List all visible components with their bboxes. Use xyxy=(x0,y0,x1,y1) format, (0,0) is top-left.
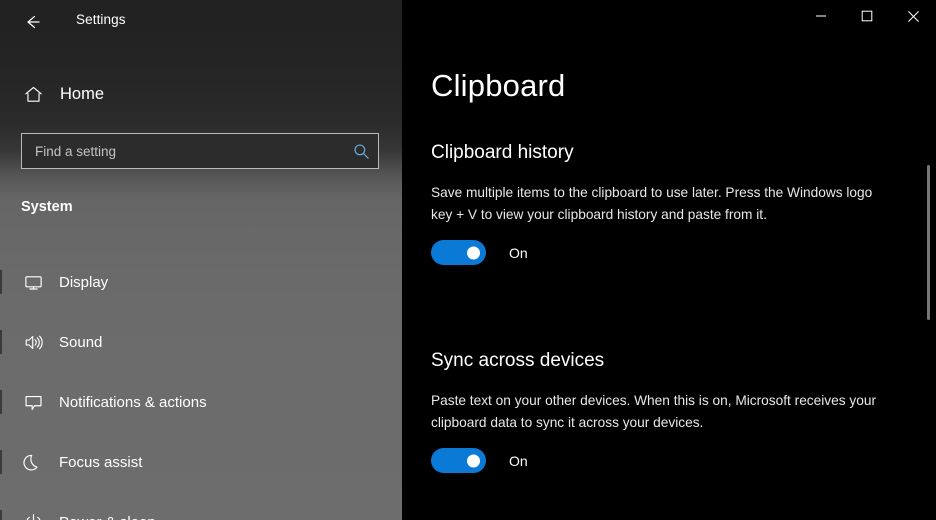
sidebar-item-home-label: Home xyxy=(60,85,104,104)
item-edge-marker xyxy=(0,390,2,414)
toggle-knob xyxy=(467,246,480,259)
page-title: Clipboard xyxy=(431,68,566,104)
search-box[interactable] xyxy=(21,133,379,169)
sidebar-item-display[interactable]: Display xyxy=(0,262,402,302)
section-heading: Clipboard history xyxy=(431,142,901,164)
item-edge-marker xyxy=(0,330,2,354)
back-button[interactable] xyxy=(16,6,48,38)
section-sync-across-devices: Sync across devices Paste text on your o… xyxy=(431,350,901,473)
close-button[interactable] xyxy=(890,0,936,32)
item-edge-marker xyxy=(0,270,2,294)
section-description: Save multiple items to the clipboard to … xyxy=(431,182,883,226)
nav-group-title: System xyxy=(21,199,73,215)
sidebar-item-display-label: Display xyxy=(59,274,108,291)
power-icon xyxy=(16,512,50,520)
sidebar-item-notifications[interactable]: Notifications & actions xyxy=(0,382,402,422)
clipboard-history-toggle-label: On xyxy=(509,245,528,261)
sidebar-item-home[interactable]: Home xyxy=(0,76,402,112)
scrollbar-thumb[interactable] xyxy=(927,165,930,320)
sync-devices-toggle[interactable] xyxy=(431,448,486,473)
sync-devices-toggle-row: On xyxy=(431,448,901,473)
sidebar-item-power-and-sleep-label: Power & sleep xyxy=(59,514,156,520)
sidebar-item-focus-assist[interactable]: Focus assist xyxy=(0,442,402,482)
section-description: Paste text on your other devices. When t… xyxy=(431,390,883,434)
section-heading: Sync across devices xyxy=(431,350,901,372)
content-scrollbar[interactable] xyxy=(922,40,936,520)
sidebar-item-sound[interactable]: Sound xyxy=(0,322,402,362)
monitor-icon xyxy=(16,272,50,293)
section-clipboard-history: Clipboard history Save multiple items to… xyxy=(431,142,901,265)
left-titlebar: Settings xyxy=(0,0,402,46)
sidebar-item-sound-label: Sound xyxy=(59,334,102,351)
item-edge-marker xyxy=(0,450,2,474)
item-edge-marker xyxy=(0,510,2,520)
nav-list: Display Sound xyxy=(0,262,402,520)
speaker-icon xyxy=(16,332,50,353)
speech-bubble-icon xyxy=(16,392,50,413)
crescent-moon-icon xyxy=(16,452,50,473)
sidebar-item-focus-assist-label: Focus assist xyxy=(59,454,142,471)
maximize-button[interactable] xyxy=(844,0,890,32)
clipboard-history-toggle[interactable] xyxy=(431,240,486,265)
search-input[interactable] xyxy=(22,144,344,159)
settings-window: Settings Home System xyxy=(0,0,936,520)
search-icon[interactable] xyxy=(344,142,378,161)
minimize-button[interactable] xyxy=(798,0,844,32)
content-pane: Clipboard Clipboard history Save multipl… xyxy=(402,0,936,520)
clipboard-history-toggle-row: On xyxy=(431,240,901,265)
app-title: Settings xyxy=(76,12,126,27)
window-controls xyxy=(798,0,936,32)
sync-devices-toggle-label: On xyxy=(509,453,528,469)
sidebar-item-power-and-sleep[interactable]: Power & sleep xyxy=(0,502,402,520)
home-icon xyxy=(16,84,50,105)
sidebar-item-notifications-label: Notifications & actions xyxy=(59,394,207,411)
navigation-pane: Settings Home System xyxy=(0,0,402,520)
toggle-knob xyxy=(467,454,480,467)
